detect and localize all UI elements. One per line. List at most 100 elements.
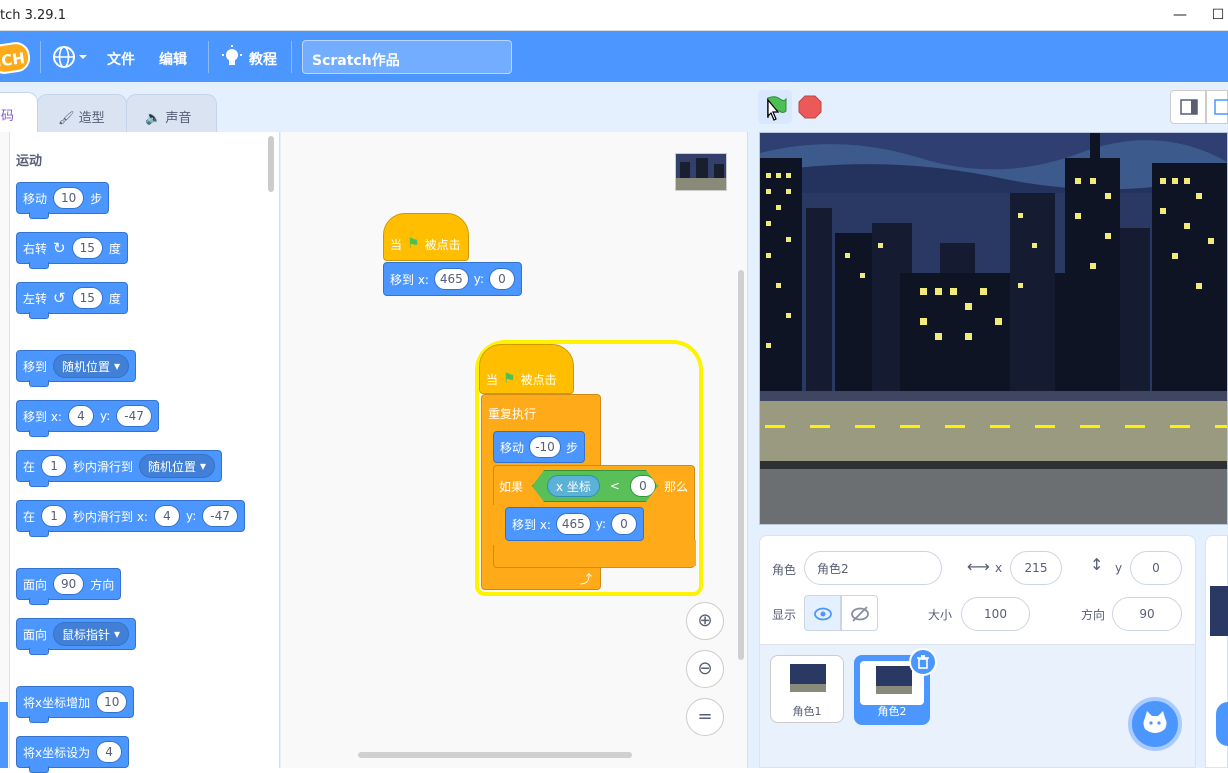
stage-canvas[interactable] bbox=[759, 132, 1228, 525]
block-text: 重复执行 bbox=[488, 407, 537, 421]
block-text: 当 bbox=[390, 237, 403, 252]
add-sprite-button[interactable] bbox=[1128, 697, 1182, 751]
block-text: 如果 bbox=[499, 480, 524, 494]
palette-scrollbar[interactable] bbox=[268, 136, 274, 192]
vertical-arrows-icon: ↕ bbox=[1090, 555, 1104, 574]
tab-sounds[interactable]: 🔈 声音 bbox=[126, 94, 217, 132]
zoom-in-button[interactable]: ⊕ bbox=[686, 602, 724, 640]
block-text: < bbox=[609, 479, 620, 493]
zoom-reset-button[interactable]: = bbox=[686, 698, 724, 736]
speaker-icon: 🔈 bbox=[145, 111, 162, 126]
palette-block-glide[interactable]: 在 1 秒内滑行到 随机位置 ▾ bbox=[16, 450, 223, 487]
block-text: 左转 bbox=[23, 291, 48, 306]
block-dropdown[interactable]: 随机位置 ▾ bbox=[139, 454, 216, 478]
menu-file[interactable]: 文件 bbox=[107, 49, 135, 69]
tab-code[interactable]: 码 bbox=[0, 92, 38, 133]
palette-block-glide-xy[interactable]: 在 1 秒内滑行到 x: 4 y: -47 bbox=[16, 500, 245, 537]
tab-costumes-label: 造型 bbox=[78, 111, 105, 126]
block-input[interactable]: 0 bbox=[489, 268, 515, 290]
block-dropdown[interactable]: 鼠标指针 ▾ bbox=[53, 622, 130, 646]
workspace-horizontal-scrollbar[interactable] bbox=[358, 752, 632, 758]
language-menu[interactable] bbox=[52, 44, 92, 70]
dropdown-value: 随机位置 bbox=[62, 359, 111, 374]
small-stage-button[interactable] bbox=[1170, 90, 1206, 124]
maximize-button[interactable]: ☐ bbox=[1206, 4, 1228, 26]
large-stage-button[interactable] bbox=[1206, 90, 1228, 124]
script1-goto-xy[interactable]: 移到 x: 465 y: 0 bbox=[383, 262, 522, 296]
block-input[interactable]: 465 bbox=[555, 513, 591, 535]
block-text: 方向 bbox=[90, 577, 115, 592]
add-backdrop-button[interactable] bbox=[1216, 702, 1228, 746]
menu-separator bbox=[291, 41, 292, 73]
direction-input[interactable]: 90 bbox=[1112, 597, 1182, 631]
palette-block-goto[interactable]: 移到 随机位置 ▾ bbox=[16, 350, 137, 387]
block-input[interactable]: 1 bbox=[41, 455, 68, 477]
block-text: 度 bbox=[108, 291, 121, 306]
block-input[interactable]: 465 bbox=[433, 268, 469, 290]
block-input[interactable]: 90 bbox=[53, 573, 85, 595]
script2-less-than[interactable]: x 坐标 < 0 bbox=[532, 470, 658, 502]
block-text: y: bbox=[595, 517, 606, 531]
block-input[interactable]: 0 bbox=[629, 475, 656, 497]
menu-bar: ICH 文件 编辑 教程 Scratch作品 bbox=[0, 31, 1228, 82]
palette-block-change-x[interactable]: 将x坐标增加 10 bbox=[16, 686, 135, 723]
workspace-vertical-scrollbar[interactable] bbox=[738, 270, 744, 660]
block-input[interactable]: 15 bbox=[71, 237, 103, 259]
window-titlebar: tch 3.29.1 — ☐ bbox=[0, 0, 1228, 31]
palette-block-point-direction[interactable]: 面向 90 方向 bbox=[16, 568, 122, 605]
block-input[interactable]: 1 bbox=[41, 505, 68, 527]
block-dropdown[interactable]: 随机位置 ▾ bbox=[53, 354, 130, 378]
block-input[interactable]: 4 bbox=[96, 741, 123, 763]
palette-block-goto-xy[interactable]: 移到 x: 4 y: -47 bbox=[16, 400, 159, 437]
chevron-down-icon: ▾ bbox=[114, 627, 121, 641]
delete-sprite-button[interactable] bbox=[909, 648, 937, 676]
block-input[interactable]: 10 bbox=[53, 187, 85, 209]
block-text: 秒内滑行到 x: bbox=[73, 509, 148, 524]
tab-costumes[interactable]: 🖌 造型 bbox=[37, 94, 127, 132]
script1-when-flag-clicked[interactable]: 当 ⚑ 被点击 bbox=[383, 213, 469, 261]
block-input[interactable]: 15 bbox=[71, 287, 103, 309]
block-input[interactable]: -47 bbox=[116, 405, 152, 427]
show-sprite-button[interactable] bbox=[804, 595, 841, 631]
menu-edit[interactable]: 编辑 bbox=[159, 49, 187, 69]
eye-slash-icon bbox=[851, 606, 869, 622]
block-text: 面向 bbox=[23, 627, 48, 642]
block-input[interactable]: 0 bbox=[611, 513, 637, 535]
block-text: y: bbox=[99, 409, 111, 423]
palette-block-point-towards[interactable]: 面向 鼠标指针 ▾ bbox=[16, 618, 137, 655]
size-input[interactable]: 100 bbox=[961, 597, 1030, 631]
equals-icon: = bbox=[697, 706, 713, 727]
zoom-out-icon: ⊖ bbox=[697, 658, 713, 679]
palette-block-set-x[interactable]: 将x坐标设为 4 bbox=[16, 736, 130, 773]
menu-separator bbox=[208, 41, 209, 73]
palette-block-turn-right[interactable]: 右转 ↻ 15 度 bbox=[16, 232, 128, 269]
direction-label: 方向 bbox=[1081, 608, 1106, 622]
large-stage-icon bbox=[1214, 99, 1228, 115]
zoom-out-button[interactable]: ⊖ bbox=[686, 650, 724, 688]
stop-button[interactable] bbox=[798, 95, 822, 119]
script2-when-flag-clicked[interactable]: 当 ⚑ 被点击 bbox=[479, 344, 574, 394]
x-position-reporter[interactable]: x 坐标 bbox=[547, 475, 600, 497]
block-input[interactable]: 10 bbox=[96, 691, 128, 713]
hide-sprite-button[interactable] bbox=[841, 595, 878, 631]
script2-move[interactable]: 移动 -10 步 bbox=[493, 431, 585, 463]
stop-icon bbox=[798, 95, 822, 119]
block-input[interactable]: 4 bbox=[67, 405, 94, 427]
x-position-input[interactable]: 215 bbox=[1010, 551, 1062, 585]
menu-tutorial[interactable]: 教程 bbox=[249, 49, 277, 69]
block-input[interactable]: -47 bbox=[202, 505, 238, 527]
y-position-input[interactable]: 0 bbox=[1130, 551, 1182, 585]
block-text: 被点击 bbox=[424, 237, 461, 252]
block-input[interactable]: -10 bbox=[529, 436, 561, 458]
project-title-input[interactable]: Scratch作品 bbox=[302, 40, 512, 74]
sprite-name-input[interactable]: 角色2 bbox=[804, 551, 942, 585]
minimize-button[interactable]: — bbox=[1168, 4, 1192, 26]
palette-block-move[interactable]: 移动 10 步 bbox=[16, 182, 110, 219]
palette-block-turn-left[interactable]: 左转 ↺ 15 度 bbox=[16, 282, 128, 319]
scratch-logo[interactable]: ICH bbox=[0, 40, 32, 76]
block-text: 秒内滑行到 bbox=[73, 459, 134, 474]
script2-goto-xy[interactable]: 移到 x: 465 y: 0 bbox=[505, 507, 644, 541]
trash-icon bbox=[917, 655, 929, 669]
lightbulb-icon[interactable] bbox=[220, 45, 244, 69]
block-input[interactable]: 4 bbox=[153, 505, 180, 527]
